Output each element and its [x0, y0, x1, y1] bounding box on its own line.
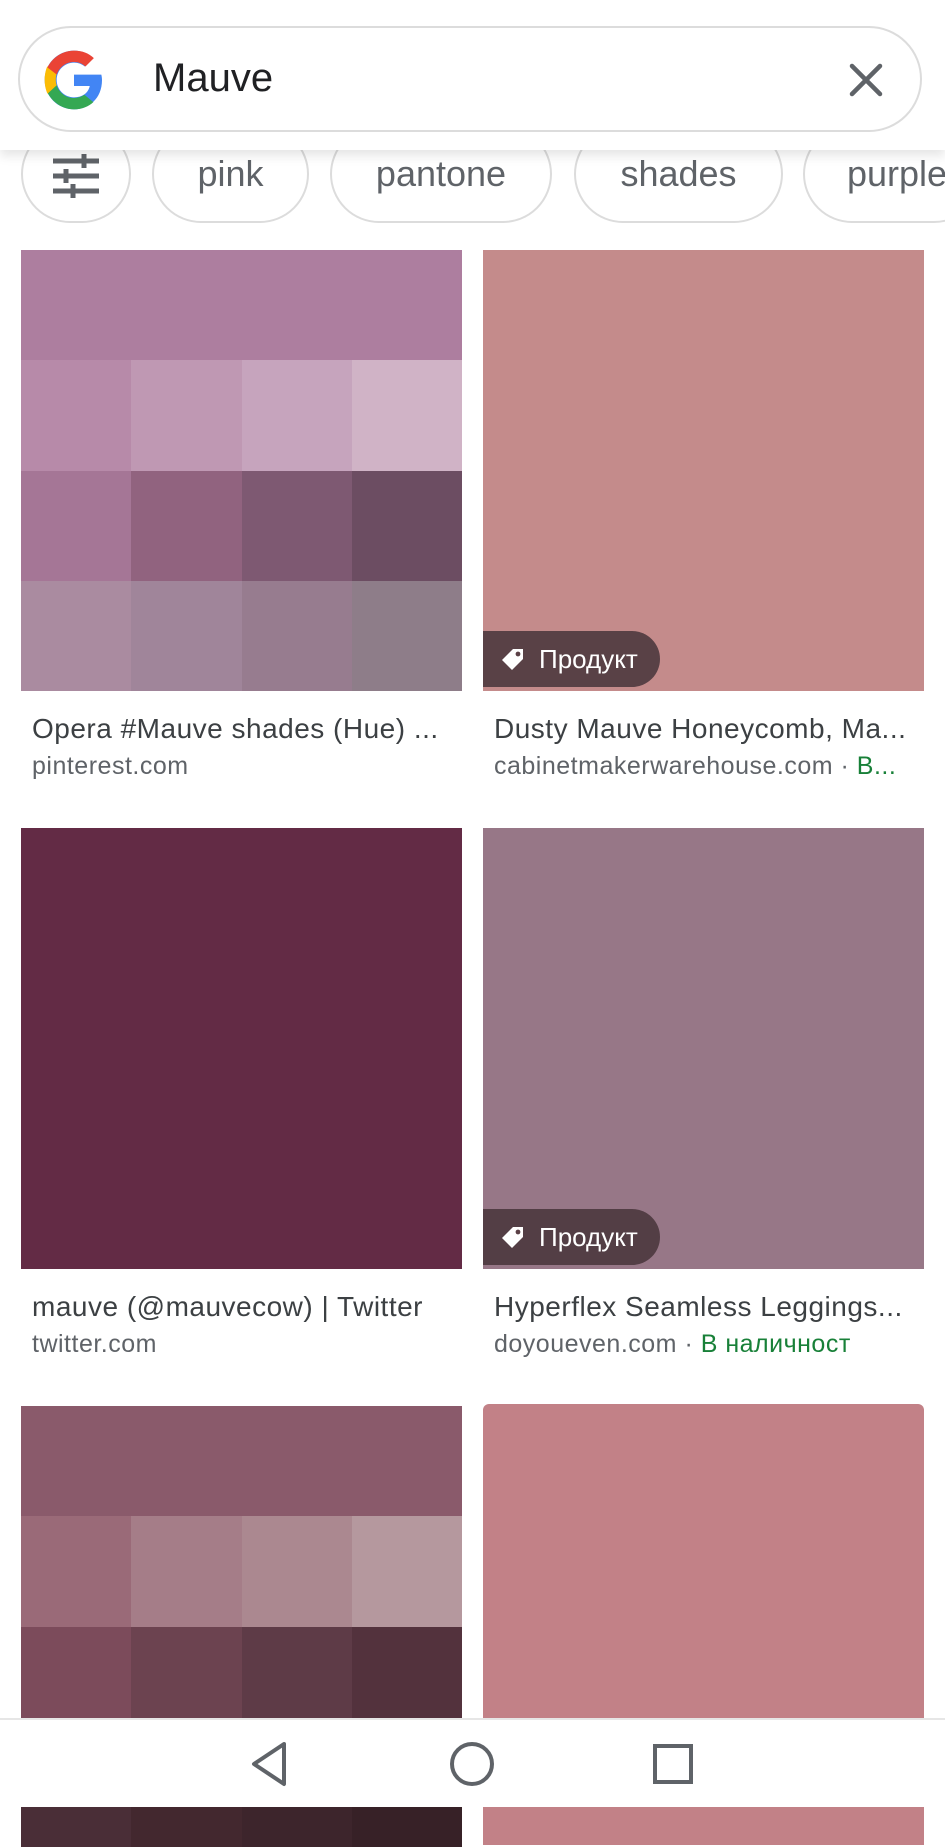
search-bar[interactable]: Mauve — [18, 26, 922, 132]
source-domain: twitter.com — [32, 1330, 157, 1358]
result-card[interactable] — [483, 1404, 924, 1845]
search-header: Mauve — [0, 0, 945, 150]
product-badge: Продукт — [483, 631, 660, 687]
google-logo — [44, 50, 102, 110]
result-thumbnail[interactable] — [483, 828, 924, 1269]
tag-icon — [502, 1227, 523, 1248]
source-domain: doyoueven.com · — [494, 1330, 701, 1358]
badge-label: Продукт — [539, 1221, 638, 1252]
source-domain: pinterest.com — [32, 752, 189, 780]
stock-status: В... — [856, 752, 897, 780]
product-badge: Продукт — [483, 1209, 660, 1265]
result-source: pinterest.com — [32, 752, 457, 781]
result-title[interactable]: Opera #Mauve shades (Hue) ... — [32, 713, 457, 745]
back-triangle-icon[interactable] — [244, 1738, 296, 1790]
result-source: doyoueven.com · В наличност — [494, 1330, 919, 1359]
result-thumbnail[interactable] — [21, 828, 462, 1269]
system-navigation-bar — [0, 1718, 945, 1807]
recents-square-icon[interactable] — [647, 1738, 699, 1790]
result-title[interactable]: Dusty Mauve Honeycomb, Ma... — [494, 713, 919, 745]
result-thumbnail[interactable] — [21, 250, 462, 691]
close-icon[interactable] — [842, 56, 890, 104]
result-card[interactable] — [21, 1406, 462, 1847]
tune-icon — [53, 154, 99, 198]
search-query-text[interactable]: Mauve — [153, 56, 273, 101]
stock-status: В наличност — [700, 1330, 851, 1358]
home-circle-icon[interactable] — [446, 1738, 498, 1790]
badge-label: Продукт — [539, 643, 638, 674]
result-title[interactable]: Hyperflex Seamless Leggings... — [494, 1291, 919, 1323]
source-domain: cabinetmakerwarehouse.com · — [494, 752, 857, 780]
result-thumbnail[interactable] — [483, 250, 924, 691]
result-source: cabinetmakerwarehouse.com · В... — [494, 752, 919, 781]
tag-icon — [502, 649, 523, 670]
result-source: twitter.com — [32, 1330, 457, 1359]
result-title[interactable]: mauve (@mauvecow) | Twitter — [32, 1291, 457, 1323]
